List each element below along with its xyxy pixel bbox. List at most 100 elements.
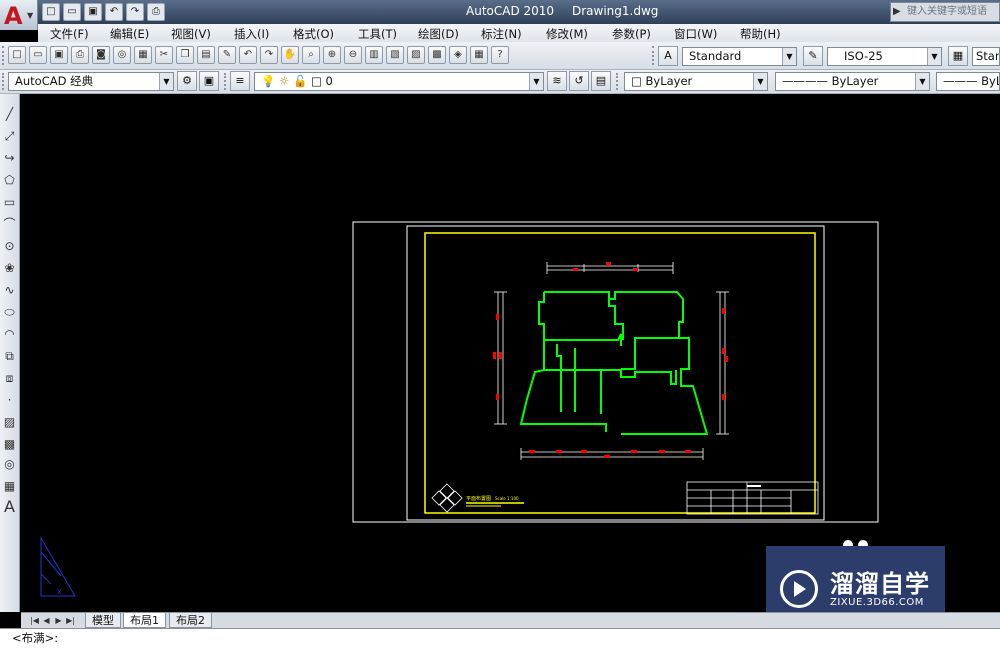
make-block-icon[interactable]: ⧈ xyxy=(1,370,18,387)
toolbar-grip[interactable] xyxy=(2,46,5,65)
help-icon[interactable]: ? xyxy=(491,46,509,64)
text-style-icon[interactable]: A xyxy=(658,46,678,66)
table-style-select[interactable]: Stan xyxy=(972,47,1000,66)
redo-icon[interactable]: ↷ xyxy=(126,3,144,21)
layer-properties-icon[interactable]: ≡ xyxy=(230,71,250,91)
mtext-icon[interactable]: A xyxy=(1,498,18,515)
menu-parametric[interactable]: 参数(P) xyxy=(612,26,651,42)
toolbar-grip[interactable] xyxy=(616,73,619,90)
menu-format[interactable]: 格式(O) xyxy=(293,26,334,42)
ellipse-arc-icon[interactable]: ◠ xyxy=(1,326,18,343)
match-icon[interactable]: ✎ xyxy=(218,46,236,64)
polygon-icon[interactable]: ⬠ xyxy=(1,172,18,189)
color-select[interactable]: □ ByLayer ▼ xyxy=(624,72,768,91)
menu-window[interactable]: 窗口(W) xyxy=(674,26,717,42)
tool-palette-icon[interactable]: ▨ xyxy=(407,46,425,64)
gradient-icon[interactable]: ▩ xyxy=(1,436,18,453)
toolbar-grip[interactable] xyxy=(224,73,227,90)
print-icon[interactable]: ⎙ xyxy=(71,46,89,64)
undo-icon[interactable]: ↶ xyxy=(239,46,257,64)
command-line[interactable]: <布满>: xyxy=(0,628,1000,648)
layer-state-icon[interactable]: ▤ xyxy=(591,71,611,91)
menu-edit[interactable]: 编辑(E) xyxy=(110,26,149,42)
construction-line-icon[interactable]: ⤢ xyxy=(1,128,18,145)
zoom-icon[interactable]: ⌕ xyxy=(302,46,320,64)
menu-dimension[interactable]: 标注(N) xyxy=(481,26,522,42)
sheet-set-icon[interactable]: ▩ xyxy=(428,46,446,64)
search-input[interactable]: ▶ 键入关键字或短语 xyxy=(890,2,1000,22)
standard-toolbar: □ ▭ ▣ ⎙ ◙ ◎ ▦ ✂ ❐ ▤ ✎ ↶ ↷ ✋ ⌕ ⊕ ⊖ ▥ ▧ ▨ … xyxy=(0,42,1000,70)
lineweight-select[interactable]: ——— ByLa xyxy=(936,72,1000,91)
menu-file[interactable]: 文件(F) xyxy=(50,26,89,42)
toolbar-grip[interactable] xyxy=(652,46,655,65)
save-icon[interactable]: ▣ xyxy=(50,46,68,64)
menu-help[interactable]: 帮助(H) xyxy=(740,26,781,42)
save-icon[interactable]: ▣ xyxy=(84,3,102,21)
rectangle-icon[interactable]: ▭ xyxy=(1,194,18,211)
linetype-select[interactable]: ———— ByLayer ▼ xyxy=(775,72,930,91)
design-center-icon[interactable]: ▧ xyxy=(386,46,404,64)
workspace-save-icon[interactable]: ▣ xyxy=(199,71,219,91)
previous-tab-icon[interactable]: ◀ xyxy=(41,614,52,627)
copy-icon[interactable]: ❐ xyxy=(176,46,194,64)
last-tab-icon[interactable]: ▶| xyxy=(65,614,76,627)
autocad-logo-icon: A xyxy=(4,2,23,30)
polyline-icon[interactable]: ↪ xyxy=(1,150,18,167)
make-current-layer-icon[interactable]: ≋ xyxy=(547,71,567,91)
table-style-icon[interactable]: ▦ xyxy=(948,46,968,66)
paste-icon[interactable]: ▤ xyxy=(197,46,215,64)
floor-plan xyxy=(519,291,709,435)
publish-icon[interactable]: ◎ xyxy=(113,46,131,64)
menu-modify[interactable]: 修改(M) xyxy=(546,26,588,42)
revision-cloud-icon[interactable]: ❀ xyxy=(1,260,18,277)
new-icon[interactable]: □ xyxy=(42,3,60,21)
menu-insert[interactable]: 插入(I) xyxy=(234,26,269,42)
spline-icon[interactable]: ∿ xyxy=(1,282,18,299)
text-style-select[interactable]: Standard ▼ xyxy=(682,47,797,66)
plot-icon[interactable]: ▦ xyxy=(134,46,152,64)
zoom-previous-icon[interactable]: ⊖ xyxy=(344,46,362,64)
zoom-window-icon[interactable]: ⊕ xyxy=(323,46,341,64)
undo-icon[interactable]: ↶ xyxy=(105,3,123,21)
open-icon[interactable]: ▭ xyxy=(29,46,47,64)
pan-icon[interactable]: ✋ xyxy=(281,46,299,64)
table-icon[interactable]: ▦ xyxy=(1,478,18,495)
drawing-canvas[interactable]: 平面布置图 Scale 1:100 x xyxy=(21,94,1000,612)
menu-tools[interactable]: 工具(T) xyxy=(358,26,397,42)
dimension-style-select[interactable]: ISO-25 ▼ xyxy=(827,47,942,66)
toolbar-grip[interactable] xyxy=(2,73,5,90)
layer-select[interactable]: 💡 ☼ 🔓 □ 0 ▼ xyxy=(254,72,544,91)
arc-icon[interactable]: ⌒ xyxy=(1,216,18,233)
insert-block-icon[interactable]: ⧉ xyxy=(1,348,18,365)
dimension-style-icon[interactable]: ✎ xyxy=(803,46,823,66)
cut-icon[interactable]: ✂ xyxy=(155,46,173,64)
next-tab-icon[interactable]: ▶ xyxy=(53,614,64,627)
new-icon[interactable]: □ xyxy=(8,46,26,64)
tab-model[interactable]: 模型 xyxy=(85,613,121,628)
point-icon[interactable]: · xyxy=(1,392,18,409)
command-line-text: <布满>: xyxy=(12,631,59,645)
calculator-icon[interactable]: ▦ xyxy=(470,46,488,64)
hatch-icon[interactable]: ▨ xyxy=(1,414,18,431)
ellipse-icon[interactable]: ⬭ xyxy=(1,304,18,321)
menu-view[interactable]: 视图(V) xyxy=(171,26,211,42)
layer-previous-icon[interactable]: ↺ xyxy=(569,71,589,91)
workspace-settings-icon[interactable]: ⚙ xyxy=(177,71,197,91)
region-icon[interactable]: ◎ xyxy=(1,456,18,473)
line-icon[interactable]: ╱ xyxy=(1,106,18,123)
first-tab-icon[interactable]: |◀ xyxy=(29,614,40,627)
workspace-select[interactable]: AutoCAD 经典 ▼ xyxy=(8,72,174,91)
application-menu-button[interactable]: A ▼ xyxy=(0,0,38,30)
watermark-name: 溜溜自学 xyxy=(830,570,930,598)
preview-icon[interactable]: ◙ xyxy=(92,46,110,64)
circle-icon[interactable]: ⊙ xyxy=(1,238,18,255)
tab-layout1[interactable]: 布局1 xyxy=(123,613,166,628)
redo-icon[interactable]: ↷ xyxy=(260,46,278,64)
title-block-text xyxy=(747,485,761,487)
markup-icon[interactable]: ◈ xyxy=(449,46,467,64)
tab-layout2[interactable]: 布局2 xyxy=(169,613,212,628)
properties-icon[interactable]: ▥ xyxy=(365,46,383,64)
open-icon[interactable]: ▭ xyxy=(63,3,81,21)
menu-draw[interactable]: 绘图(D) xyxy=(418,26,459,42)
print-icon[interactable]: ⎙ xyxy=(147,3,165,21)
